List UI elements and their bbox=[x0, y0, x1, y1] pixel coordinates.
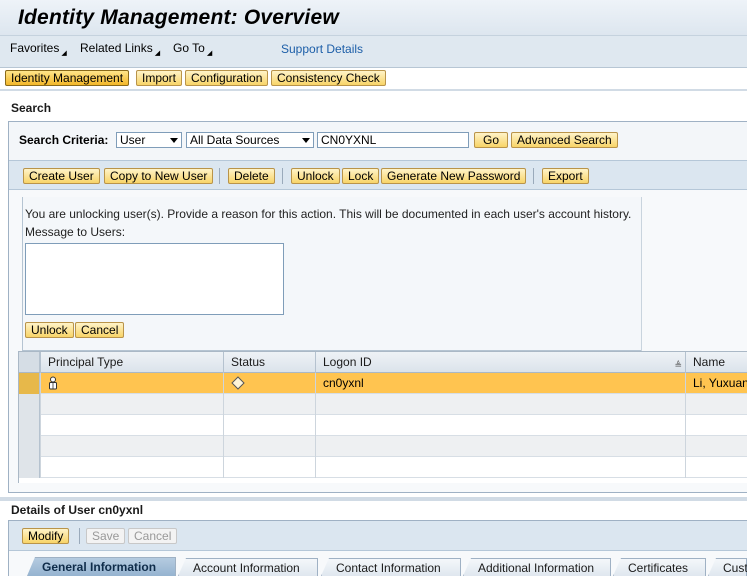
empty-cell bbox=[40, 415, 223, 436]
empty-cell bbox=[223, 394, 315, 415]
empty-cell bbox=[685, 394, 747, 415]
save-button[interactable]: Save bbox=[86, 528, 126, 544]
diamond-status-icon bbox=[231, 376, 245, 390]
generate-new-password-button[interactable]: Generate New Password bbox=[381, 168, 527, 184]
modify-button[interactable]: Modify bbox=[22, 528, 70, 544]
details-toolbar: Modify Save Cancel bbox=[9, 521, 747, 551]
cancel-button[interactable]: Cancel bbox=[128, 528, 178, 544]
tab-contact-information[interactable]: Contact Information bbox=[321, 558, 461, 576]
nav-identity-management[interactable]: Identity Management bbox=[5, 70, 130, 86]
row-selector[interactable] bbox=[19, 457, 40, 478]
results-table: Principal Type Status Logon ID ≜ Name cn… bbox=[18, 351, 747, 483]
go-to-menu[interactable]: Go To ◢ bbox=[173, 41, 212, 57]
column-header-name[interactable]: Name bbox=[685, 352, 747, 373]
empty-cell bbox=[223, 415, 315, 436]
details-section-title: Details of User cn0yxnl bbox=[11, 503, 144, 517]
search-criteria-label: Search Criteria: bbox=[19, 133, 109, 147]
favorites-menu[interactable]: Favorites ◢ bbox=[10, 41, 67, 57]
empty-cell bbox=[685, 436, 747, 457]
nav-row: Identity Management Import Configuration… bbox=[0, 68, 747, 90]
advanced-search-button[interactable]: Advanced Search bbox=[511, 132, 618, 148]
user-icon bbox=[49, 376, 57, 390]
toolbar-separator bbox=[219, 168, 220, 184]
empty-cell bbox=[685, 415, 747, 436]
tab-additional-information[interactable]: Additional Information bbox=[463, 558, 611, 576]
empty-cell bbox=[685, 457, 747, 478]
dropdown-arrow-icon bbox=[302, 138, 310, 143]
empty-cell bbox=[315, 436, 685, 457]
unlock-cancel-button[interactable]: Cancel bbox=[75, 322, 125, 338]
section-divider bbox=[0, 497, 747, 501]
row-selector[interactable] bbox=[19, 394, 40, 415]
delete-button[interactable]: Delete bbox=[228, 168, 275, 184]
select-all-cell[interactable] bbox=[19, 352, 40, 372]
details-tabs: General Information Account Information … bbox=[0, 556, 747, 576]
copy-to-new-user-button[interactable]: Copy to New User bbox=[104, 168, 214, 184]
table-row bbox=[19, 457, 747, 478]
user-toolbar: Create User Copy to New User Delete Unlo… bbox=[9, 160, 747, 190]
tab-certificates[interactable]: Certificates bbox=[613, 558, 706, 576]
menu-arrow-icon: ◢ bbox=[206, 50, 213, 57]
unlock-confirm-button[interactable]: Unlock bbox=[25, 322, 74, 338]
principal-type-select[interactable]: User bbox=[116, 132, 182, 148]
nav-consistency-check[interactable]: Consistency Check bbox=[271, 70, 386, 86]
search-section-title: Search bbox=[11, 101, 52, 115]
tab-account-information[interactable]: Account Information bbox=[178, 558, 318, 576]
data-source-select[interactable]: All Data Sources bbox=[186, 132, 314, 148]
column-header-principal-type[interactable]: Principal Type bbox=[40, 352, 223, 373]
column-header-logon-id[interactable]: Logon ID ≜ bbox=[315, 352, 685, 373]
toolbar-separator bbox=[282, 168, 283, 184]
sort-icon[interactable]: ≜ bbox=[674, 355, 682, 375]
unlock-button[interactable]: Unlock bbox=[291, 168, 340, 184]
unlock-instruction-text: You are unlocking user(s). Provide a rea… bbox=[25, 207, 632, 221]
empty-cell bbox=[315, 394, 685, 415]
row-selector[interactable] bbox=[19, 415, 40, 436]
create-user-button[interactable]: Create User bbox=[23, 168, 100, 184]
menu-arrow-icon: ◢ bbox=[154, 50, 161, 57]
menu-bar: Favorites ◢ Related Links ◢ Go To ◢ Support… bbox=[0, 36, 747, 68]
table-row bbox=[19, 436, 747, 457]
dropdown-arrow-icon bbox=[170, 138, 178, 143]
principal-type-cell bbox=[40, 373, 223, 394]
name-cell: Li, Yuxuan bbox=[685, 373, 747, 394]
export-button[interactable]: Export bbox=[542, 168, 589, 184]
empty-cell bbox=[40, 457, 223, 478]
table-header: Principal Type Status Logon ID ≜ Name bbox=[19, 351, 747, 373]
column-header-status[interactable]: Status bbox=[223, 352, 315, 373]
status-cell bbox=[223, 373, 315, 394]
empty-cell bbox=[223, 457, 315, 478]
lock-button[interactable]: Lock bbox=[342, 168, 380, 184]
panel-divider bbox=[641, 197, 642, 351]
table-row bbox=[19, 394, 747, 415]
nav-import[interactable]: Import bbox=[136, 70, 183, 86]
table-row bbox=[19, 415, 747, 436]
title-bar: Identity Management: Overview bbox=[0, 0, 747, 36]
tab-cust[interactable]: Cust bbox=[708, 558, 747, 576]
search-panel: Search Criteria: User All Data Sources C… bbox=[8, 121, 747, 493]
menu-arrow-icon: ◢ bbox=[61, 50, 67, 57]
empty-cell bbox=[315, 457, 685, 478]
related-links-menu[interactable]: Related Links ◢ bbox=[80, 41, 160, 57]
nav-configuration[interactable]: Configuration bbox=[185, 70, 269, 86]
row-selector[interactable] bbox=[19, 436, 40, 457]
table-row[interactable]: cn0yxnl Li, Yuxuan bbox=[19, 373, 747, 394]
logon-id-cell: cn0yxnl bbox=[315, 373, 685, 394]
toolbar-separator bbox=[533, 168, 534, 184]
empty-cell bbox=[40, 394, 223, 415]
page-title: Identity Management: Overview bbox=[18, 6, 339, 29]
empty-cell bbox=[223, 436, 315, 457]
toolbar-separator bbox=[79, 528, 80, 544]
row-selector[interactable] bbox=[19, 373, 40, 394]
support-details-link[interactable]: Support Details bbox=[281, 42, 363, 56]
tab-general-information[interactable]: General Information bbox=[27, 557, 176, 576]
go-button[interactable]: Go bbox=[474, 132, 508, 148]
nav-divider bbox=[0, 89, 747, 91]
empty-cell bbox=[40, 436, 223, 457]
search-criteria-row: Search Criteria: User All Data Sources C… bbox=[9, 122, 747, 160]
message-textarea[interactable] bbox=[25, 243, 284, 315]
search-input[interactable]: CN0YXNL bbox=[317, 132, 469, 148]
message-to-users-label: Message to Users: bbox=[25, 225, 126, 239]
empty-cell bbox=[315, 415, 685, 436]
